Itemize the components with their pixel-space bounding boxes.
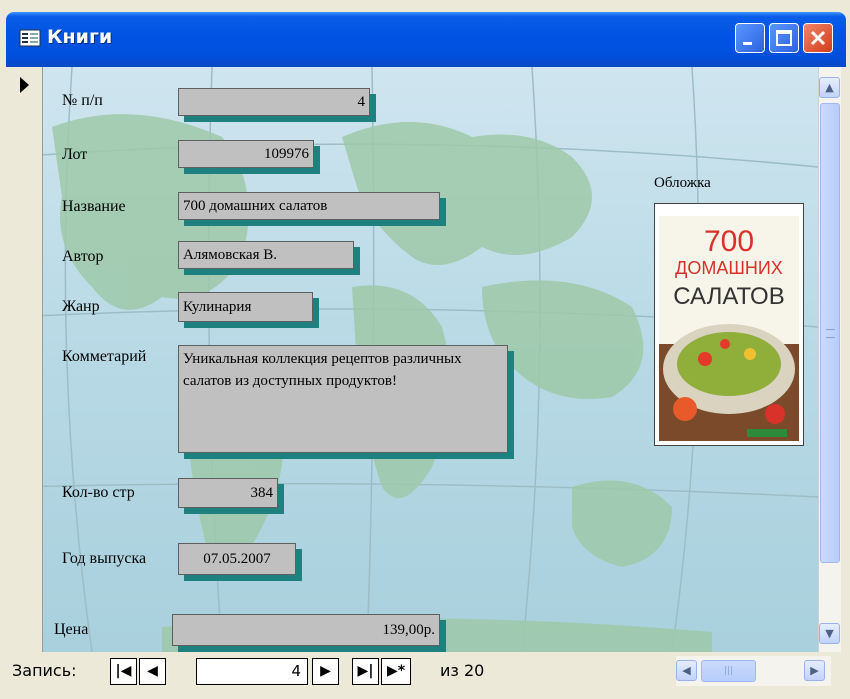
new-record-icon: ▶* bbox=[386, 663, 406, 679]
cover-title-2: ДОМАШНИХ bbox=[675, 258, 783, 278]
prev-record-icon: ◀ bbox=[147, 663, 158, 679]
cover-image: 700 ДОМАШНИХ САЛАТОВ bbox=[654, 203, 804, 446]
price-label: Цена bbox=[54, 621, 89, 638]
horizontal-scroll-thumb[interactable]: ||| bbox=[701, 660, 756, 682]
current-record-input[interactable]: 4 bbox=[196, 658, 308, 685]
title-label: Название bbox=[62, 198, 126, 215]
maximize-button[interactable] bbox=[769, 23, 799, 53]
pages-field[interactable]: 384 bbox=[178, 478, 278, 508]
pages-label: Кол-во стр bbox=[62, 484, 135, 501]
cover-title-1: 700 bbox=[704, 225, 754, 258]
record-selector[interactable] bbox=[12, 67, 43, 652]
price-field[interactable]: 139,00р. bbox=[172, 614, 440, 646]
last-record-icon: ▶| bbox=[357, 663, 374, 679]
close-icon bbox=[810, 30, 826, 46]
close-button[interactable] bbox=[803, 23, 833, 53]
scroll-left-button[interactable]: ◀ bbox=[676, 660, 697, 681]
maximize-icon bbox=[776, 30, 792, 46]
last-record-button[interactable]: ▶| bbox=[352, 658, 379, 685]
first-record-icon: |◀ bbox=[115, 663, 132, 679]
num-field[interactable]: 4 bbox=[178, 88, 370, 116]
minimize-icon bbox=[743, 42, 752, 45]
vertical-scroll-thumb[interactable] bbox=[820, 103, 840, 563]
scroll-down-icon: ▼ bbox=[825, 627, 834, 640]
window-title: Книги bbox=[47, 26, 113, 48]
record-label: Запись: bbox=[12, 661, 77, 680]
form-icon bbox=[19, 29, 41, 47]
cover-label: Обложка bbox=[654, 175, 711, 191]
book-cover-art: 700 ДОМАШНИХ САЛАТОВ bbox=[655, 204, 803, 445]
year-field[interactable]: 07.05.2007 bbox=[178, 543, 296, 575]
genre-field[interactable]: Кулинария bbox=[178, 292, 313, 322]
record-navigation-bar: Запись: |◀ ◀ 4 ▶ ▶| ▶* из 20 ◀ ||| ▶ bbox=[6, 652, 846, 692]
horizontal-scrollbar[interactable]: ◀ ||| ▶ bbox=[676, 656, 831, 686]
author-field[interactable]: Алямовская В. bbox=[178, 241, 354, 269]
comment-label: Комметарий bbox=[62, 348, 147, 365]
first-record-button[interactable]: |◀ bbox=[110, 658, 137, 685]
record-count: из 20 bbox=[440, 661, 485, 680]
scroll-left-icon: ◀ bbox=[682, 664, 691, 677]
genre-label: Жанр bbox=[62, 298, 100, 315]
prev-record-button[interactable]: ◀ bbox=[139, 658, 166, 685]
num-label: № п/п bbox=[62, 92, 103, 109]
comment-field[interactable]: Уникальная коллекция рецептов различных … bbox=[178, 345, 508, 453]
scroll-up-button[interactable]: ▲ bbox=[819, 77, 840, 98]
minimize-button[interactable] bbox=[735, 23, 765, 53]
scroll-up-icon: ▲ bbox=[825, 81, 834, 94]
lot-label: Лот bbox=[62, 146, 88, 163]
access-form-window: Книги № п/п 4 Лот 109976 Название 700 до… bbox=[0, 0, 850, 699]
scroll-down-button[interactable]: ▼ bbox=[819, 623, 840, 644]
cover-title-3: САЛАТОВ bbox=[673, 283, 784, 310]
lot-field[interactable]: 109976 bbox=[178, 140, 314, 168]
year-label: Год выпуска bbox=[62, 550, 147, 567]
new-record-button[interactable]: ▶* bbox=[381, 658, 411, 685]
title-field[interactable]: 700 домашних салатов bbox=[178, 192, 440, 220]
title-bar[interactable]: Книги bbox=[6, 12, 846, 67]
next-record-button[interactable]: ▶ bbox=[312, 658, 339, 685]
author-label: Автор bbox=[62, 248, 104, 265]
vertical-scrollbar[interactable]: ▲ ▼ bbox=[818, 67, 841, 652]
scroll-right-icon: ▶ bbox=[810, 664, 819, 677]
record-selector-arrow-icon bbox=[20, 77, 29, 93]
next-record-icon: ▶ bbox=[320, 663, 331, 679]
scroll-right-button[interactable]: ▶ bbox=[804, 660, 825, 681]
